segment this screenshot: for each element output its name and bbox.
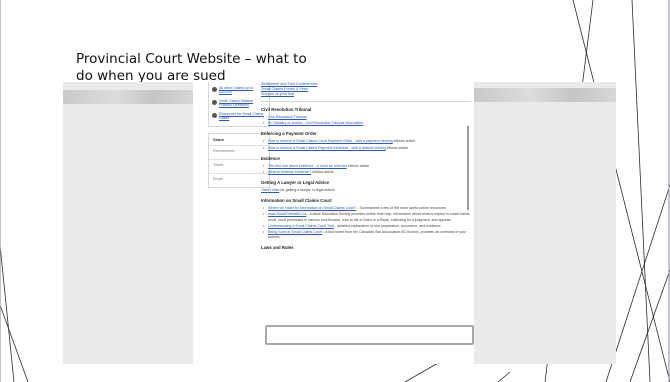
- content-link[interactable]: What is hearsay evidence?: [268, 170, 311, 174]
- content-link[interactable]: Understanding a Small Claims Court Trial: [268, 224, 334, 228]
- paragraph: Useful links for getting a lawyer or leg…: [261, 188, 471, 193]
- section-heading: Laws and Rules: [261, 245, 294, 251]
- link-list: Civil Resolution Tribunal BC Ministry of…: [261, 115, 471, 127]
- side-menu-link[interactable]: Small Claims Matters Practice Directions: [219, 99, 266, 108]
- list-item: What is hearsay evidence? eNews article: [263, 170, 471, 175]
- deco-line: [0, 244, 15, 382]
- link-list: Where do I start for information on Smal…: [261, 206, 471, 240]
- share-tweet-button[interactable]: Tweet: [209, 160, 269, 175]
- list-item: Civil Resolution Tribunal: [263, 115, 471, 120]
- main-content: Settlement and Trial Conferences Small C…: [261, 82, 474, 345]
- list-item: BC Ministry of Justice - Civil Resolutio…: [263, 121, 471, 126]
- content-link[interactable]: Being Sued in Small Claims Court: [268, 230, 322, 234]
- section-heading: Enforcing a Payment Order: [261, 131, 317, 137]
- content-link[interactable]: Useful links: [261, 188, 279, 192]
- divider: [261, 101, 471, 102]
- side-menu-link[interactable]: Resources for Small Claims Cases: [219, 112, 266, 121]
- list-item: How to enforce a Small Claims Payment Sc…: [263, 145, 471, 151]
- item-description: eNews article: [385, 145, 409, 150]
- header-image: [474, 88, 616, 102]
- list-item: www.SmallClaimsBC.ca - Justice Education…: [263, 212, 471, 222]
- item-description: eNews article: [311, 170, 334, 175]
- side-menu-item[interactable]: circle-arrow-icon Resources for Small Cl…: [212, 112, 266, 121]
- header-image: [63, 90, 193, 104]
- page-background-right: [474, 82, 616, 364]
- paragraph-text: for getting a lawyer or legal advice: [279, 188, 335, 193]
- list-item: The first rule about evidence – it must …: [263, 163, 471, 169]
- share-email-button[interactable]: Email: [209, 174, 269, 187]
- link-list: How to enforce a Small Claims Court Paym…: [261, 139, 471, 151]
- website-screenshot: circle-arrow-icon All other Claims up to…: [63, 82, 616, 364]
- list-item: Where do I start for information on Smal…: [263, 206, 471, 211]
- item-description: - Summarizes a few of the most useful on…: [356, 206, 446, 211]
- deco-line: [629, 269, 670, 382]
- share-recommend-button[interactable]: Recommend: [209, 146, 269, 161]
- content-link[interactable]: How to enforce a Small Claims Court Paym…: [268, 139, 393, 143]
- slide-title: Provincial Court Website – what to do wh…: [76, 51, 307, 84]
- list-item: Understanding a Small Claims Court Trial…: [263, 223, 471, 229]
- share-title: Share: [209, 134, 269, 147]
- list-item: How to enforce a Small Claims Court Paym…: [263, 139, 471, 144]
- section-heading: Civil Resolution Tribunal: [261, 107, 312, 112]
- content-link[interactable]: www.SmallClaimsBC.ca: [268, 212, 306, 216]
- page-background-left: [63, 82, 193, 364]
- side-menu-item[interactable]: circle-arrow-icon All other Claims up to…: [212, 86, 266, 95]
- slide: Provincial Court Website – what to do wh…: [0, 0, 670, 382]
- circle-arrow-icon: circle-arrow-icon: [212, 87, 217, 92]
- deco-line: [497, 371, 511, 382]
- highlight-box: [265, 325, 474, 345]
- circle-arrow-icon: circle-arrow-icon: [212, 112, 217, 118]
- link-list: The first rule about evidence – it must …: [261, 163, 471, 176]
- side-menu-link[interactable]: All other Claims up to $35,000: [219, 86, 266, 95]
- item-description: eNews article: [346, 163, 370, 168]
- content-link[interactable]: Where do I start for information on Smal…: [268, 206, 356, 210]
- deco-line: [631, 0, 651, 382]
- circle-arrow-icon: circle-arrow-icon: [212, 99, 217, 105]
- item-description: - detailed explanation of trial preparat…: [333, 223, 441, 228]
- scrollbar[interactable]: [467, 126, 469, 210]
- content-link[interactable]: How to enforce a Small Claims Payment Sc…: [268, 146, 386, 150]
- side-menu-item[interactable]: circle-arrow-icon Small Claims Matters P…: [212, 99, 266, 108]
- section-heading: Getting A Lawyer or Legal Advice: [261, 180, 330, 186]
- section-heading: Evidence: [261, 155, 280, 161]
- content-link[interactable]: Support at your trial: [261, 92, 471, 97]
- list-item: Being Sued in Small Claims Court - a fac…: [263, 230, 471, 240]
- deco-line: [0, 304, 29, 382]
- content-link[interactable]: BC Ministry of Justice - Civil Resolutio…: [268, 121, 363, 125]
- item-description: eNews article: [392, 139, 416, 144]
- section-heading: Information on Small Claims Court: [261, 198, 332, 204]
- content-link[interactable]: Civil Resolution Tribunal: [268, 115, 307, 119]
- content-link[interactable]: The first rule about evidence – it must …: [268, 164, 347, 168]
